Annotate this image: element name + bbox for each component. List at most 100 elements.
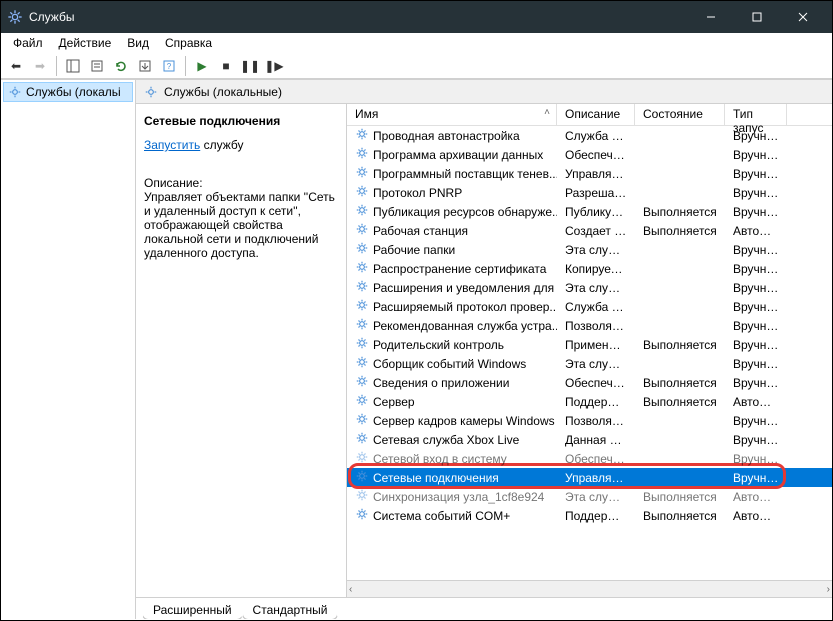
table-row[interactable]: Сетевая служба Xbox LiveДанная сл...Вруч… bbox=[347, 430, 832, 449]
cell-description: Эта служб... bbox=[557, 490, 635, 504]
cell-name: Сборщик событий Windows bbox=[347, 355, 557, 372]
minimize-button[interactable] bbox=[688, 1, 734, 33]
back-button[interactable]: ⬅ bbox=[5, 55, 27, 77]
col-state[interactable]: Состояние bbox=[635, 104, 725, 125]
pause-service-button[interactable]: ❚❚ bbox=[239, 55, 261, 77]
col-name[interactable]: Имя bbox=[347, 104, 557, 125]
forward-button[interactable]: ➡ bbox=[29, 55, 51, 77]
cell-startup: Вручную bbox=[725, 433, 787, 447]
cell-startup: Автомати bbox=[725, 490, 787, 504]
menubar: Файл Действие Вид Справка bbox=[1, 33, 832, 53]
table-row[interactable]: Сервер кадров камеры WindowsПозволяет...… bbox=[347, 411, 832, 430]
cell-description: Копирует ... bbox=[557, 262, 635, 276]
table-row[interactable]: Программа архивации данныхОбеспечи...Вру… bbox=[347, 145, 832, 164]
cell-startup: Вручную bbox=[725, 186, 787, 200]
tab-extended[interactable]: Расширенный bbox=[142, 600, 243, 619]
scroll-right-icon[interactable]: › bbox=[827, 584, 830, 595]
cell-startup: Вручную bbox=[725, 148, 787, 162]
view-tabs: Расширенный Стандартный bbox=[136, 597, 832, 619]
service-name: Распространение сертификата bbox=[373, 262, 546, 276]
show-hide-tree-button[interactable] bbox=[62, 55, 84, 77]
maximize-button[interactable] bbox=[734, 1, 780, 33]
gear-icon bbox=[144, 85, 158, 99]
service-name: Программа архивации данных bbox=[373, 148, 543, 162]
menu-help[interactable]: Справка bbox=[157, 34, 220, 52]
cell-description: Эта служб... bbox=[557, 281, 635, 295]
gear-icon bbox=[355, 184, 369, 201]
table-row[interactable]: Расширяемый протокол провер...Служба ра.… bbox=[347, 297, 832, 316]
gear-icon bbox=[355, 336, 369, 353]
table-row[interactable]: Расширения и уведомления для ...Эта служ… bbox=[347, 278, 832, 297]
table-row[interactable]: Сведения о приложенииОбеспечи...Выполняе… bbox=[347, 373, 832, 392]
menu-action[interactable]: Действие bbox=[51, 34, 120, 52]
tree-root-node[interactable]: Службы (локальі bbox=[3, 82, 133, 102]
pane-heading: Службы (локальные) bbox=[164, 85, 282, 99]
service-name: Синхронизация узла_1cf8e924 bbox=[373, 490, 544, 504]
cell-state: Выполняется bbox=[635, 224, 725, 238]
table-row[interactable]: Сетевой вход в системуОбеспечи...Вручную bbox=[347, 449, 832, 468]
restart-service-button[interactable]: ❚▶ bbox=[263, 55, 285, 77]
gear-icon bbox=[355, 431, 369, 448]
cell-description: Позволяет... bbox=[557, 319, 635, 333]
table-row[interactable]: Рекомендованная служба устра...Позволяет… bbox=[347, 316, 832, 335]
gear-icon bbox=[355, 450, 369, 467]
cell-startup: Вручную bbox=[725, 129, 787, 143]
cell-startup: Вручную bbox=[725, 357, 787, 371]
table-row[interactable]: Публикация ресурсов обнаруже...Публикует… bbox=[347, 202, 832, 221]
gear-icon bbox=[355, 146, 369, 163]
table-row[interactable]: Сетевые подключенияУправляет...Вручную bbox=[347, 468, 832, 487]
gear-icon bbox=[355, 412, 369, 429]
table-row[interactable]: Распространение сертификатаКопирует ...В… bbox=[347, 259, 832, 278]
close-button[interactable] bbox=[780, 1, 826, 33]
horizontal-scrollbar[interactable]: ‹ › bbox=[347, 580, 832, 597]
cell-description: Применяе... bbox=[557, 338, 635, 352]
stop-service-button[interactable]: ■ bbox=[215, 55, 237, 77]
scroll-left-icon[interactable]: ‹ bbox=[349, 584, 352, 595]
cell-startup: Вручную bbox=[725, 205, 787, 219]
refresh-button[interactable] bbox=[110, 55, 132, 77]
gear-icon bbox=[355, 393, 369, 410]
table-row[interactable]: Синхронизация узла_1cf8e924 Эта служб...В… bbox=[347, 487, 832, 506]
service-name: Система событий COM+ bbox=[373, 509, 510, 523]
cell-startup: Вручную bbox=[725, 281, 787, 295]
gear-icon bbox=[355, 127, 369, 144]
toolbar-separator bbox=[185, 56, 186, 76]
table-row[interactable]: Родительский контрольПрименяе...Выполняе… bbox=[347, 335, 832, 354]
tab-standard[interactable]: Стандартный bbox=[242, 601, 339, 619]
cell-name: Сетевая служба Xbox Live bbox=[347, 431, 557, 448]
table-row[interactable]: Рабочая станцияСоздает и ...ВыполняетсяА… bbox=[347, 221, 832, 240]
table-row[interactable]: Программный поставщик тенев...Управляет.… bbox=[347, 164, 832, 183]
table-row[interactable]: Сборщик событий WindowsЭта служб...Вручн… bbox=[347, 354, 832, 373]
cell-description: Разрешает... bbox=[557, 186, 635, 200]
col-description[interactable]: Описание bbox=[557, 104, 635, 125]
cell-startup: Вручную bbox=[725, 414, 787, 428]
table-row[interactable]: Протокол PNRPРазрешает...Вручную bbox=[347, 183, 832, 202]
menu-view[interactable]: Вид bbox=[119, 34, 157, 52]
cell-state: Выполняется bbox=[635, 490, 725, 504]
export-button[interactable] bbox=[134, 55, 156, 77]
toolbar: ⬅ ➡ ? ▶ ■ ❚❚ ❚▶ bbox=[1, 53, 832, 79]
gear-icon bbox=[355, 469, 369, 486]
properties-button[interactable] bbox=[86, 55, 108, 77]
table-row[interactable]: Система событий COM+Поддержи...Выполняет… bbox=[347, 506, 832, 525]
table-row[interactable]: Проводная автонастройкаСлужба W...Вручну… bbox=[347, 126, 832, 145]
gear-icon bbox=[355, 279, 369, 296]
gear-icon bbox=[355, 355, 369, 372]
table-row[interactable]: СерверПоддержи...ВыполняетсяАвтомати bbox=[347, 392, 832, 411]
cell-description: Публикует... bbox=[557, 205, 635, 219]
service-name: Рабочая станция bbox=[373, 224, 468, 238]
start-link[interactable]: Запустить bbox=[144, 138, 200, 152]
cell-description: Управляет... bbox=[557, 167, 635, 181]
help-button[interactable]: ? bbox=[158, 55, 180, 77]
service-rows[interactable]: Проводная автонастройкаСлужба W...Вручну… bbox=[347, 126, 832, 580]
service-name: Сервер кадров камеры Windows bbox=[373, 414, 555, 428]
menu-file[interactable]: Файл bbox=[5, 34, 51, 52]
description-label: Описание: bbox=[144, 176, 338, 190]
service-name: Сетевые подключения bbox=[373, 471, 499, 485]
table-row[interactable]: Рабочие папкиЭта служб...Вручную bbox=[347, 240, 832, 259]
cell-state: Выполняется bbox=[635, 395, 725, 409]
col-startup[interactable]: Тип запус bbox=[725, 104, 787, 125]
cell-name: Родительский контроль bbox=[347, 336, 557, 353]
start-service-button[interactable]: ▶ bbox=[191, 55, 213, 77]
cell-name: Программный поставщик тенев... bbox=[347, 165, 557, 182]
